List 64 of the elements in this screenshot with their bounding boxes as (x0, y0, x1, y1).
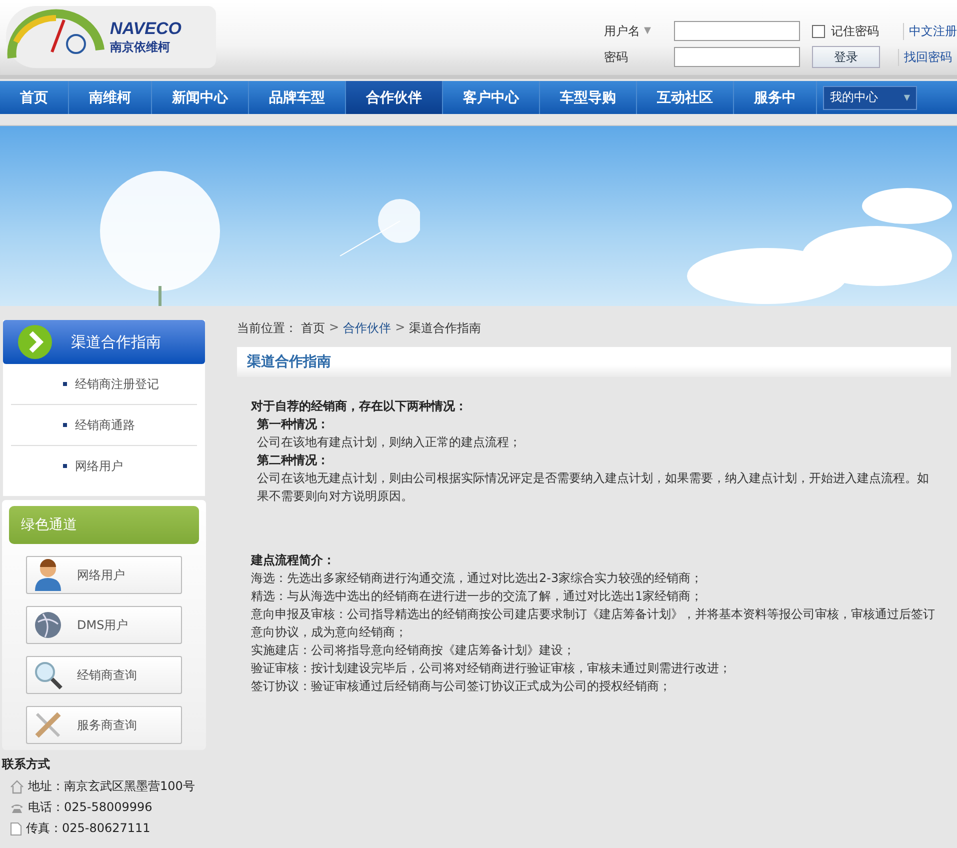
article-text: 实施建店：公司将指导意向经销商按《建店筹备计划》建设； (251, 642, 576, 659)
search-icon (33, 660, 63, 690)
brand-name: NAVECO (110, 18, 182, 38)
register-link[interactable]: 中文注册 (903, 22, 957, 40)
breadcrumb-separator: > (395, 320, 406, 336)
sidebar-title: 渠道合作指南 (71, 332, 161, 352)
password-label: 密码 (604, 48, 629, 66)
breadcrumb-link[interactable]: 首页 (301, 320, 325, 337)
password-field[interactable] (674, 47, 800, 67)
contact-title: 联系方式 (2, 756, 51, 773)
sidebar-item[interactable]: 网络用户 (75, 458, 123, 474)
article-text: 意向申报及审核：公司指导精选出的经销商按公司建店要求制订《建店筹备计划》，并将基本资料等报公司审核，审核通过后签订意向协议，成为意向经销商； (251, 606, 936, 641)
channel-button[interactable]: 服务商查询 (26, 706, 182, 744)
channel-button[interactable]: DMS用户 (26, 606, 182, 644)
brand-name-chinese: 南京依维柯 (110, 38, 171, 56)
article-text: 公司在该地无建点计划，则由公司根据实际情况评定是否需要纳入建点计划，如果需要，纳入建点计划，开始进入建点流程。如果不需要则向对方说明原因。 (256, 470, 930, 505)
contact-text: 传真：025-80627111 (26, 820, 150, 837)
my-center-dropdown[interactable]: 我的中心 ▼ (823, 86, 917, 110)
sidebar-item[interactable]: 经销商注册登记 (75, 376, 159, 392)
article-text: 建点流程简介： (251, 552, 336, 569)
remember-checkbox[interactable] (812, 24, 825, 38)
nav-tab[interactable]: 南维柯 (69, 81, 152, 114)
nav-tab[interactable]: 互动社区 (637, 81, 734, 114)
naveco-logo[interactable]: NAVECO 南京依维柯 (6, 6, 216, 68)
article-text: 第二种情况： (256, 452, 330, 469)
channel-button[interactable]: 网络用户 (26, 556, 182, 594)
bullet-icon (63, 464, 67, 468)
article-text: 签订协议：验证审核通过后经销商与公司签订协议正式成为公司的授权经销商； (251, 678, 672, 695)
breadcrumb-link[interactable]: 合作伙伴 (343, 320, 392, 337)
article-text: 海选：先选出多家经销商进行沟通交流，通过对比选出2-3家综合实力较强的经销商； (251, 570, 704, 587)
username-label: 用户名 (604, 22, 641, 40)
nav-tab[interactable]: 首页 (0, 81, 69, 114)
breadcrumb-link[interactable]: 渠道合作指南 (409, 320, 482, 337)
recover-password-link[interactable]: 找回密码 (898, 48, 952, 66)
username-field[interactable] (674, 21, 800, 41)
nav-tab[interactable]: 车型导购 (540, 81, 637, 114)
nav-tab[interactable]: 新闻中心 (152, 81, 249, 114)
globe-icon (33, 610, 63, 640)
nav-tab[interactable]: 服务中 (734, 81, 817, 114)
login-button[interactable]: 登录 (812, 46, 880, 68)
article-text: 公司在该地有建点计划，则纳入正常的建点流程； (256, 434, 522, 451)
content-title: 渠道合作指南 (247, 353, 331, 371)
person-icon (33, 559, 63, 591)
tools-icon (33, 710, 63, 740)
article-text: 精选：与从海选中选出的经销商在进行进一步的交流了解，通过对比选出1家经销商； (251, 588, 704, 605)
contact-text: 电话：025-58009996 (28, 799, 152, 816)
bullet-icon (63, 382, 67, 386)
quick-access-title: 绿色通道 (21, 516, 77, 534)
nav-tab[interactable]: 合作伙伴 (346, 81, 443, 114)
arrow-circle-icon (17, 324, 53, 360)
house-icon (10, 780, 24, 794)
article-text: 第一种情况： (256, 416, 330, 433)
nav-tab[interactable]: 客户中心 (443, 81, 540, 114)
document-icon (10, 822, 22, 836)
breadcrumb-prefix: 当前位置： (237, 320, 297, 337)
remember-label: 记住密码 (831, 22, 880, 40)
breadcrumb-separator: > (329, 320, 340, 336)
bullet-icon (63, 423, 67, 427)
contact-text: 地址：南京玄武区黑墨营100号 (28, 778, 195, 795)
phone-icon (10, 802, 24, 814)
article-text: 验证审核：按计划建设完毕后，公司将对经销商进行验证审核，审核未通过则需进行改进； (251, 660, 732, 677)
sidebar-item[interactable]: 经销商通路 (75, 416, 135, 434)
article-text: 对于自荐的经销商，存在以下两种情况： (251, 398, 468, 415)
channel-button[interactable]: 经销商查询 (26, 656, 182, 694)
